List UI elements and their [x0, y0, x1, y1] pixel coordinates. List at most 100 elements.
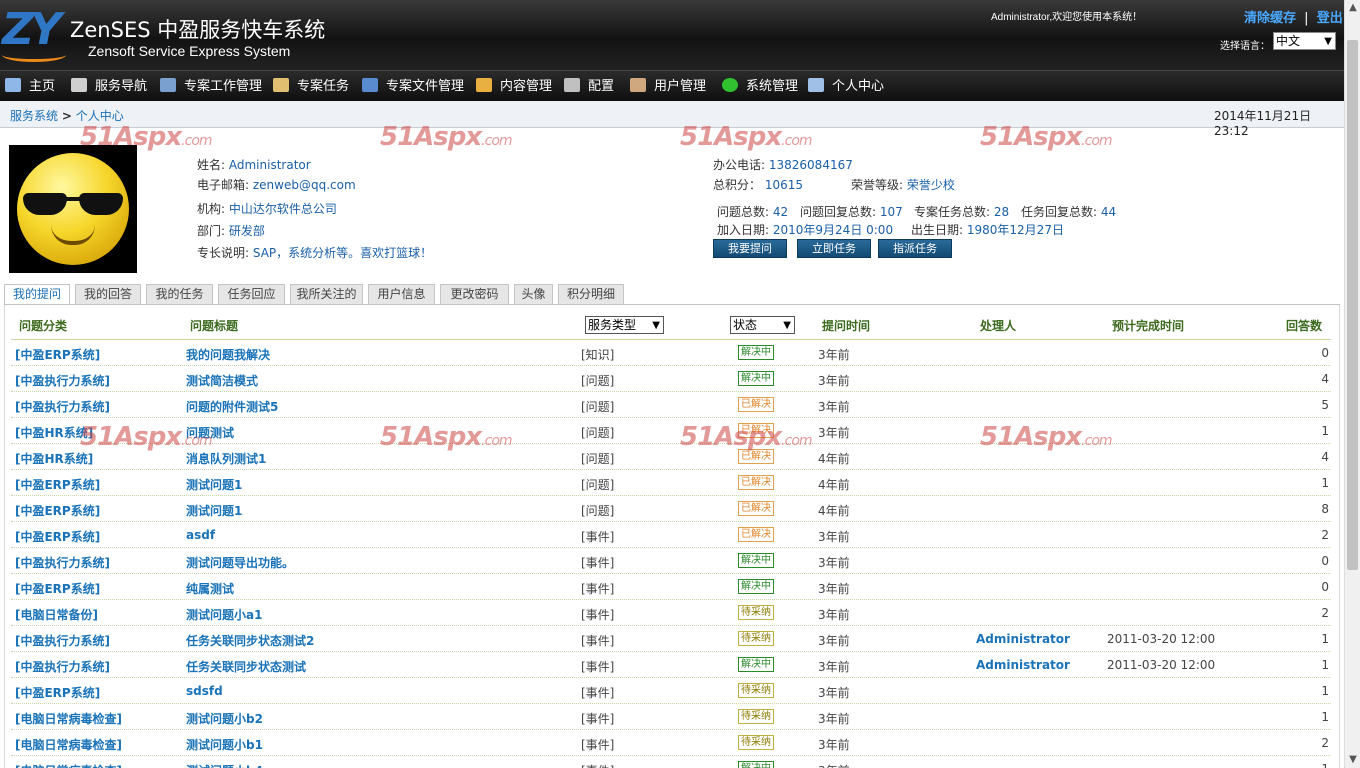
instant-task-button[interactable]: 立即任务: [797, 239, 871, 258]
tab-6[interactable]: 用户信息: [368, 284, 435, 304]
table-row[interactable]: [中盈ERP系统] 我的问题我解决 [知识] 解决中 3年前 0: [11, 340, 1331, 366]
row-handler[interactable]: Administrator: [976, 632, 1070, 646]
status-filter[interactable]: 状态 ▼: [730, 316, 795, 334]
nav-item-10[interactable]: 个人中心: [808, 77, 884, 97]
header-links: 清除缓存 | 登出: [1244, 7, 1343, 26]
task-total-value: 28: [993, 205, 1010, 219]
tab-2[interactable]: 我的回答: [75, 284, 141, 304]
chart-icon: [160, 78, 176, 92]
breadcrumb-root[interactable]: 服务系统: [10, 109, 58, 123]
table-row[interactable]: [电脑日常病毒检查] 测试问题小b4 [事件] 解决中 3年前 1: [11, 756, 1331, 768]
row-title-link[interactable]: 纯属测试: [186, 580, 234, 597]
row-category[interactable]: [中盈执行力系统]: [15, 658, 110, 675]
nav-item-6[interactable]: 内容管理: [476, 77, 552, 97]
row-category[interactable]: [中盈ERP系统]: [15, 528, 100, 545]
table-row[interactable]: [中盈HR系统] 问题测试 [问题] 已解决 3年前 1: [11, 418, 1331, 444]
row-status-badge: 已解决: [738, 501, 774, 516]
tab-4[interactable]: 任务回应: [218, 284, 285, 304]
row-title-link[interactable]: 测试问题导出功能。: [186, 554, 294, 571]
row-title-link[interactable]: 消息队列测试1: [186, 450, 266, 467]
service-type-filter[interactable]: 服务类型 ▼: [585, 316, 664, 334]
table-row[interactable]: [中盈ERP系统] asdf [事件] 已解决 3年前 2: [11, 522, 1331, 548]
row-title-link[interactable]: 测试问题小b4: [186, 762, 263, 768]
table-row[interactable]: [中盈执行力系统] 任务关联同步状态测试2 [事件] 待采纳 3年前 Administra…: [11, 626, 1331, 652]
table-row[interactable]: [中盈执行力系统] 问题的附件测试5 [问题] 已解决 3年前 5: [11, 392, 1331, 418]
row-category[interactable]: [中盈执行力系统]: [15, 632, 110, 649]
nav-item-9[interactable]: 系统管理: [722, 77, 798, 97]
nav-item-1[interactable]: 主页: [5, 77, 55, 97]
profile-phone: 办公电话: 13826084167: [713, 156, 853, 173]
nav-item-8[interactable]: 用户管理: [630, 77, 706, 97]
table-row[interactable]: [中盈执行力系统] 任务关联同步状态测试 [事件] 解决中 3年前 Administrat…: [11, 652, 1331, 678]
row-answer-count: 0: [1321, 554, 1329, 568]
table-row[interactable]: [中盈ERP系统] 测试问题1 [问题] 已解决 4年前 1: [11, 470, 1331, 496]
row-title-link[interactable]: 测试问题小a1: [186, 606, 262, 623]
scroll-thumb[interactable]: [1347, 40, 1358, 570]
app-subtitle: Zensoft Service Express System: [88, 43, 291, 59]
tab-8[interactable]: 头像: [514, 284, 553, 304]
row-title-link[interactable]: 测试问题小b1: [186, 736, 263, 753]
row-category[interactable]: [中盈执行力系统]: [15, 398, 110, 415]
nav-item-2[interactable]: 服务导航: [71, 77, 147, 97]
table-row[interactable]: [中盈HR系统] 消息队列测试1 [问题] 已解决 4年前 4: [11, 444, 1331, 470]
table-row[interactable]: [电脑日常病毒检查] 测试问题小b1 [事件] 待采纳 3年前 2: [11, 730, 1331, 756]
table-row[interactable]: [中盈执行力系统] 测试简洁模式 [问题] 解决中 3年前 4: [11, 366, 1331, 392]
tab-1[interactable]: 我的提问: [4, 284, 70, 305]
table-row[interactable]: [电脑日常病毒检查] 测试问题小b2 [事件] 待采纳 3年前 1: [11, 704, 1331, 730]
page-scrollbar[interactable]: ▲ ▼: [1344, 0, 1360, 768]
row-title-link[interactable]: 任务关联同步状态测试2: [186, 632, 314, 649]
scroll-down-icon[interactable]: ▼: [1345, 752, 1360, 768]
row-title-link[interactable]: asdf: [186, 528, 215, 542]
nav-item-3[interactable]: 专案工作管理: [160, 77, 262, 97]
table-row[interactable]: [中盈ERP系统] 测试问题1 [问题] 已解决 4年前 8: [11, 496, 1331, 522]
tab-5[interactable]: 我所关注的: [290, 284, 363, 304]
nav-item-5[interactable]: 专案文件管理: [362, 77, 464, 97]
row-title-link[interactable]: 测试问题小b2: [186, 710, 263, 727]
profile-score: 总积分： 10615: [713, 176, 803, 193]
row-category[interactable]: [中盈HR系统]: [15, 424, 93, 441]
row-category[interactable]: [中盈ERP系统]: [15, 502, 100, 519]
table-row[interactable]: [中盈ERP系统] sdsfd [事件] 待采纳 3年前 1: [11, 678, 1331, 704]
breadcrumb-current[interactable]: 个人中心: [76, 109, 124, 123]
row-title-link[interactable]: sdsfd: [186, 684, 223, 698]
row-category[interactable]: [中盈ERP系统]: [15, 580, 100, 597]
row-ask-time: 3年前: [818, 712, 850, 726]
row-status-badge: 待采纳: [738, 631, 774, 646]
table-row[interactable]: [中盈执行力系统] 测试问题导出功能。 [事件] 解决中 3年前 0: [11, 548, 1331, 574]
row-title-link[interactable]: 测试问题1: [186, 476, 242, 493]
row-title-link[interactable]: 问题测试: [186, 424, 234, 441]
ask-question-button[interactable]: 我要提问: [713, 239, 787, 258]
clear-cache-link[interactable]: 清除缓存: [1244, 11, 1296, 26]
row-category[interactable]: [电脑日常病毒检查]: [15, 762, 122, 768]
row-title-link[interactable]: 我的问题我解决: [186, 346, 270, 363]
row-handler[interactable]: Administrator: [976, 658, 1070, 672]
nav-item-4[interactable]: 专案任务: [273, 77, 349, 97]
row-category[interactable]: [中盈ERP系统]: [15, 476, 100, 493]
row-title-link[interactable]: 测试问题1: [186, 502, 242, 519]
row-category[interactable]: [中盈执行力系统]: [15, 372, 110, 389]
table-row[interactable]: [中盈ERP系统] 纯属测试 [事件] 解决中 3年前 0: [11, 574, 1331, 600]
language-select[interactable]: 中文 ▼: [1273, 32, 1336, 50]
nav-item-7[interactable]: 配置: [564, 77, 614, 97]
row-category[interactable]: [中盈ERP系统]: [15, 684, 100, 701]
nav-item-label: 专案工作管理: [184, 79, 263, 94]
row-answer-count: 2: [1321, 528, 1329, 542]
table-row[interactable]: [电脑日常备份] 测试问题小a1 [事件] 待采纳 3年前 2: [11, 600, 1331, 626]
row-category[interactable]: [中盈执行力系统]: [15, 554, 110, 571]
row-category[interactable]: [中盈HR系统]: [15, 450, 93, 467]
row-title-link[interactable]: 问题的附件测试5: [186, 398, 278, 415]
row-title-link[interactable]: 任务关联同步状态测试: [186, 658, 306, 675]
tab-9[interactable]: 积分明细: [558, 284, 624, 304]
tab-7[interactable]: 更改密码: [440, 284, 509, 304]
row-title-link[interactable]: 测试简洁模式: [186, 372, 258, 389]
logout-link[interactable]: 登出: [1317, 11, 1343, 26]
row-category[interactable]: [电脑日常备份]: [15, 606, 98, 623]
row-category[interactable]: [电脑日常病毒检查]: [15, 736, 122, 753]
breadcrumb: 服务系统 > 个人中心: [10, 107, 124, 124]
birth-value: 1980年12月27日: [966, 223, 1064, 237]
scroll-up-icon[interactable]: ▲: [1345, 0, 1360, 16]
tab-3[interactable]: 我的任务: [146, 284, 213, 304]
row-category[interactable]: [电脑日常病毒检查]: [15, 710, 122, 727]
row-category[interactable]: [中盈ERP系统]: [15, 346, 100, 363]
assign-task-button[interactable]: 指派任务: [878, 239, 952, 258]
